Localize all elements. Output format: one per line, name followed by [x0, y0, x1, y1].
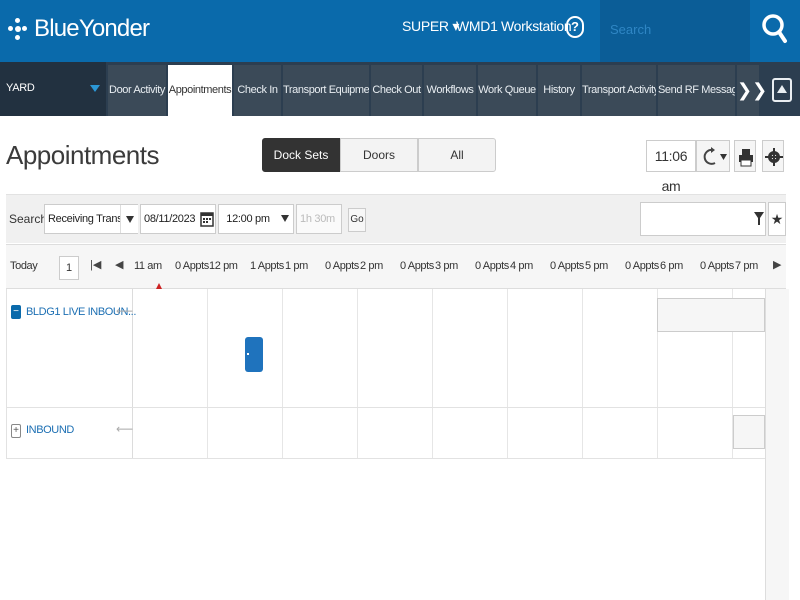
- slot-time: 1 pm: [285, 260, 308, 272]
- global-search: [600, 0, 750, 62]
- favorite-star-icon[interactable]: ★: [768, 202, 786, 236]
- calendar-icon: [200, 212, 214, 227]
- tab-check-out[interactable]: Check Out: [371, 65, 422, 116]
- gridline: [432, 289, 433, 459]
- brand-name: BlueYonder: [34, 15, 150, 42]
- pin-icon[interactable]: ⟵: [116, 304, 133, 318]
- page-title: Appointments: [6, 140, 159, 170]
- today-day-input[interactable]: 1: [59, 256, 79, 280]
- group-label-inbound[interactable]: INBOUND: [26, 424, 74, 436]
- chevron-down-icon: [126, 216, 134, 223]
- module-tabbar: YARD Door Activity Appointments Check In…: [0, 62, 800, 116]
- refresh-icon: [703, 147, 727, 165]
- group-summary-box: [733, 415, 765, 449]
- slot-time: 5 pm: [585, 260, 608, 272]
- gridline: [582, 289, 583, 459]
- search-type-dropdown[interactable]: [120, 205, 138, 233]
- collapse-group-icon[interactable]: −: [11, 305, 21, 319]
- search-input[interactable]: [610, 19, 745, 39]
- tab-transport-equipment[interactable]: Transport Equipment: [283, 65, 369, 116]
- gridline: [507, 289, 508, 459]
- slot-time: 7 pm: [735, 260, 758, 272]
- today-label: Today: [10, 260, 38, 272]
- slot-appts: 0 Appts: [625, 260, 659, 272]
- slot-appts: 0 Appts: [175, 260, 209, 272]
- time-chevron-down-icon[interactable]: [281, 215, 289, 222]
- duration-field[interactable]: 1h 30m: [296, 204, 342, 234]
- slot-appts: 0 Appts: [475, 260, 509, 272]
- tab-appointments[interactable]: Appointments: [168, 65, 232, 116]
- slot-time: 2 pm: [360, 260, 383, 272]
- pin-icon[interactable]: ⟵: [116, 422, 133, 436]
- slot-appts: 0 Appts: [325, 260, 359, 272]
- gridline: [357, 289, 358, 459]
- search-button[interactable]: [750, 0, 800, 62]
- slot-appts: 0 Appts: [400, 260, 434, 272]
- yard-selector[interactable]: YARD: [0, 62, 106, 116]
- view-dock-sets[interactable]: Dock Sets: [262, 138, 340, 172]
- gear-icon: [765, 148, 783, 166]
- workstation-selector[interactable]: Workstation: [501, 18, 572, 34]
- group-summary-box: [657, 298, 765, 332]
- current-time-marker: [156, 283, 162, 289]
- grid-border: [6, 289, 7, 459]
- slot-time: 12 pm: [209, 260, 238, 272]
- slot-appts: 0 Appts: [700, 260, 734, 272]
- slot-time: 3 pm: [435, 260, 458, 272]
- refresh-button[interactable]: [696, 140, 730, 172]
- slot-time: 6 pm: [660, 260, 683, 272]
- warehouse-selector[interactable]: WMD1: [456, 18, 498, 34]
- tab-workflows[interactable]: Workflows: [424, 65, 476, 116]
- appointment-block[interactable]: [245, 337, 263, 372]
- caret-down-icon: [90, 85, 100, 92]
- brand-logo[interactable]: BlueYonder: [8, 13, 150, 45]
- help-icon[interactable]: ?: [566, 16, 584, 38]
- tab-send-rf-message[interactable]: Send RF Message: [658, 65, 735, 116]
- filter-select[interactable]: [640, 202, 766, 236]
- slot-appts: 0 Appts: [550, 260, 584, 272]
- more-tabs-icon[interactable]: ❯❯: [737, 65, 767, 116]
- tab-transport-activity[interactable]: Transport Activity: [582, 65, 656, 116]
- right-scroll-panel[interactable]: [765, 289, 789, 600]
- row-separator: [6, 458, 766, 459]
- row-separator: [6, 407, 766, 408]
- gridline: [207, 289, 208, 459]
- search-icon: [762, 14, 787, 43]
- gridline: [282, 289, 283, 459]
- expand-group-icon[interactable]: +: [11, 424, 21, 438]
- filter-icon: [754, 212, 764, 225]
- slot-time: 4 pm: [510, 260, 533, 272]
- tab-history[interactable]: History: [538, 65, 580, 116]
- tab-check-in[interactable]: Check In: [234, 65, 281, 116]
- next-icon[interactable]: ▶: [773, 258, 781, 271]
- app-header: BlueYonder SUPER ▾ WMD1 Workstation ?: [0, 0, 800, 62]
- go-button[interactable]: Go: [348, 208, 366, 232]
- slot-appts: 1 Appts: [250, 260, 284, 272]
- user-menu[interactable]: SUPER ▾: [402, 18, 459, 35]
- time-value: 12:00 pm: [226, 213, 270, 225]
- tab-work-queue[interactable]: Work Queue: [478, 65, 536, 116]
- view-all[interactable]: All: [418, 138, 496, 172]
- slot-time: 11 am: [134, 260, 162, 272]
- first-page-icon[interactable]: |◀: [90, 258, 101, 271]
- duration-placeholder: 1h 30m: [300, 213, 335, 225]
- blueyonder-logo-icon: [8, 18, 28, 40]
- tab-door-activity[interactable]: Door Activity: [108, 65, 166, 116]
- settings-button[interactable]: [762, 140, 784, 172]
- collapse-up-icon[interactable]: [772, 78, 792, 102]
- view-doors[interactable]: Doors: [340, 138, 418, 172]
- printer-icon: [739, 149, 753, 167]
- print-button[interactable]: [734, 140, 756, 172]
- date-picker-button[interactable]: [199, 205, 215, 233]
- date-value: 08/11/2023: [144, 213, 196, 225]
- yard-label: YARD: [6, 82, 35, 94]
- current-time: 11:06 am: [646, 140, 696, 194]
- previous-icon[interactable]: ◀: [115, 258, 123, 271]
